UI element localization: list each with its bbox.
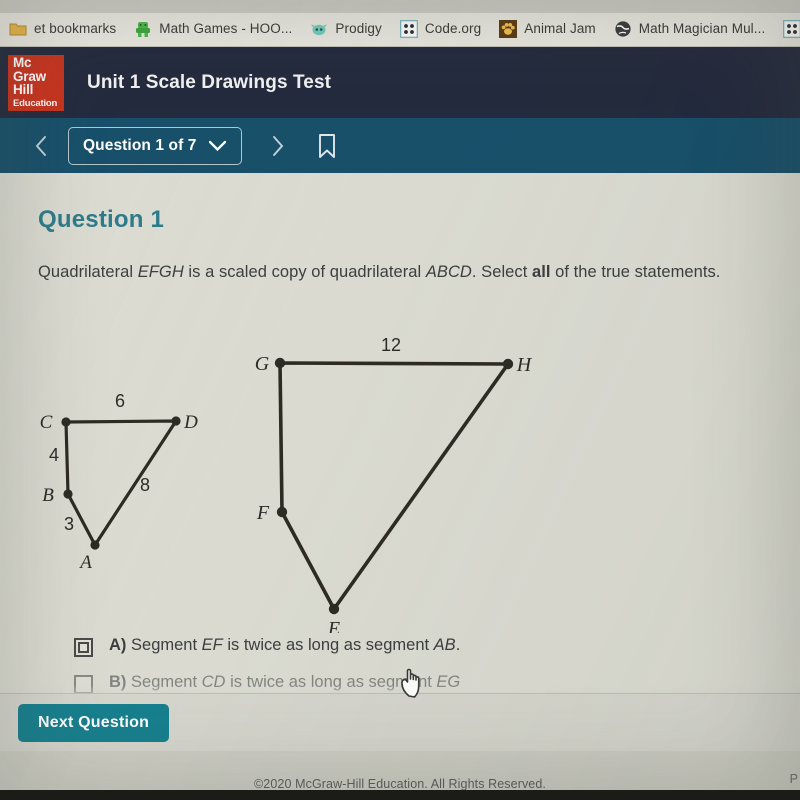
vertex-h-dot [502,358,514,370]
next-question-button[interactable]: Next Question [18,704,170,742]
question-selector-dropdown[interactable]: Question 1 of 7 [68,126,243,165]
action-bar: Next Question [0,693,800,751]
bookmark-label: Prodigy [335,21,382,36]
next-question-arrow[interactable] [262,131,292,161]
question-prompt: Quadrilateral EFGH is a scaled copy of q… [38,263,721,281]
bookmark-item-animal-jam[interactable]: Animal Jam [490,14,605,44]
bookmarks-bar: et bookmarks Math Games - HOO... Prodigy… [0,0,800,47]
vertex-label-e: E [327,618,340,633]
copyright-text: ©2020 McGraw-Hill Education. All Rights … [253,776,546,791]
quadrilateral-efgh: E F G H 12 [255,335,533,633]
bookmark-item-math-magician[interactable]: Math Magician Mul... [605,14,775,44]
screen-bezel [0,790,800,800]
bookmark-label: Math Games - HOO... [159,21,293,36]
bookmark-flag-icon [319,133,336,158]
vertex-label-f: F [256,502,270,524]
bookmark-label: Code.org [424,21,482,36]
vertex-b-dot [63,489,73,499]
prompt-shape-abcd: ABCD [425,263,472,281]
footer-edge-fragment: P [789,772,798,786]
vertex-label-b: B [42,485,54,506]
globe-icon [615,20,631,37]
vertex-label-g: G [255,353,270,375]
prodigy-monster-icon [311,24,328,35]
paw-print-icon [499,19,518,38]
vertex-label-c: C [40,412,53,433]
bookmark-item-math-games[interactable]: Math Games - HOO... [125,14,301,44]
prompt-emphasis-all: all [531,263,551,281]
answer-option-a[interactable]: A) Segment EF is twice as long as segmen… [74,636,460,657]
bookmark-item-folder[interactable]: et bookmarks [0,14,125,44]
bookmark-label: et bookmarks [34,21,117,36]
edge-length-cb: 4 [49,445,59,465]
chevron-right-icon [273,135,284,156]
vertex-label-h: H [516,354,533,376]
vertex-g-dot [274,357,286,369]
prev-question-button[interactable] [26,131,56,161]
edge-length-gh: 12 [381,335,401,355]
page-title: Unit 1 Scale Drawings Test [87,71,332,93]
chevron-left-icon [35,135,46,156]
vertex-e-dot [328,603,340,615]
checkbox-option-a[interactable] [74,638,93,657]
question-selector-label: Question 1 of 7 [83,136,197,154]
mcgraw-hill-logo[interactable]: Mc Graw Hill Education [8,54,64,111]
edge-length-ad: 8 [140,475,150,495]
answer-option-a-text: A) Segment EF is twice as long as segmen… [109,636,461,654]
logo-line-3: Hill [13,82,34,97]
code-dots-icon [399,19,418,38]
vertex-f-dot [276,506,288,518]
bookmark-label: Animal Jam [524,21,596,36]
code-dots-icon [783,19,800,38]
vertex-c-dot [61,417,71,427]
bookmark-label: Math Magician Mul... [638,21,766,36]
question-navigation-bar: Question 1 of 7 [0,118,800,173]
bookmark-item-overflow[interactable] [774,14,800,44]
pointing-hand-cursor [401,668,420,698]
browser-screenshot: et bookmarks Math Games - HOO... Prodigy… [0,0,800,800]
edge-length-cd: 6 [115,391,125,411]
logo-line-4: Education [13,97,58,109]
geometry-figure: A B C D 6 4 3 8 E F G H 12 [40,335,533,633]
green-character-icon [136,21,151,37]
logo-line-1: Mc [13,55,32,70]
vertex-label-d: D [183,412,198,433]
edge-length-ba: 3 [64,514,74,534]
folder-icon [9,23,27,35]
prompt-shape-efgh: EFGH [137,263,184,281]
quadrilateral-abcd: A B C D 6 4 3 8 [40,391,198,573]
vertex-a-dot [90,540,100,550]
logo-line-2: Graw [13,68,46,84]
bookmark-item-prodigy[interactable]: Prodigy [301,14,390,44]
vertex-label-a: A [78,552,92,573]
app-header: Mc Graw Hill Education Unit 1 Scale Draw… [0,47,800,118]
chevron-down-icon [209,140,227,152]
vertex-d-dot [171,416,181,426]
question-heading: Question 1 [38,206,165,233]
bookmark-question-button[interactable] [314,131,340,161]
bookmark-item-code-org[interactable]: Code.org [391,14,490,44]
question-content-area: Question 1 Quadrilateral EFGH is a scale… [0,173,800,693]
